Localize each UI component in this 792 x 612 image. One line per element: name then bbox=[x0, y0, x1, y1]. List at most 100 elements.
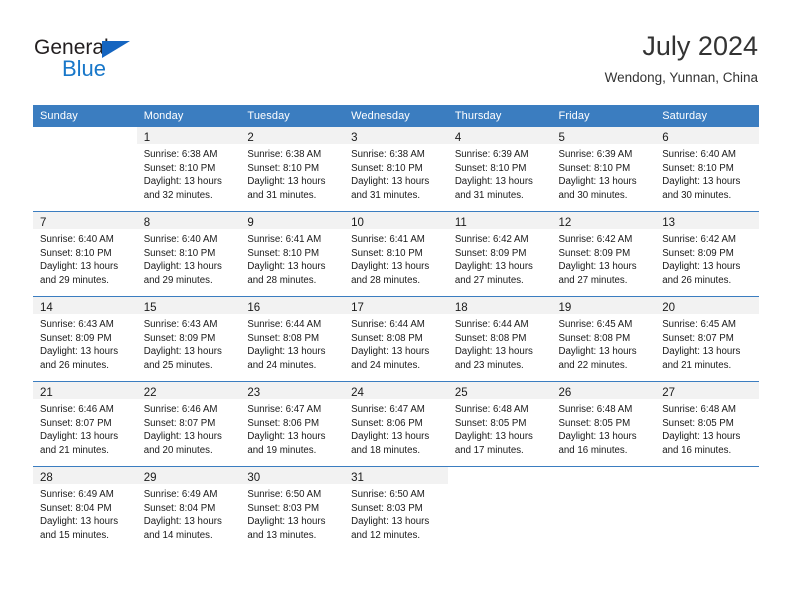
day-detail-line: Sunset: 8:09 PM bbox=[662, 247, 734, 259]
day-detail-line: Sunset: 8:05 PM bbox=[454, 417, 527, 429]
calendar-day-cell[interactable]: 24 Sunrise: 6:47 AM Sunset: 8:06 PM Dayligh… bbox=[344, 381, 448, 467]
calendar-day-cell[interactable]: 20 Sunrise: 6:45 AM Sunset: 8:07 PM Dayligh… bbox=[655, 296, 759, 382]
calendar-day-cell[interactable]: 26 Sunrise: 6:48 AM Sunset: 8:05 PM Dayligh… bbox=[551, 381, 656, 467]
day-detail-line: and 23 minutes. bbox=[454, 359, 524, 371]
weekday-header-sunday: Sunday bbox=[33, 105, 137, 127]
day-detail-line: and 24 minutes. bbox=[351, 359, 421, 371]
day-cell-details: Sunrise: 6:50 AM Sunset: 8:03 PM Daylight:… bbox=[344, 484, 448, 542]
day-detail-line: and 28 minutes. bbox=[351, 274, 421, 286]
day-detail-line: and 25 minutes. bbox=[143, 359, 213, 371]
day-cell-details: Sunrise: 6:46 AM Sunset: 8:07 PM Daylight:… bbox=[33, 399, 137, 457]
day-number: 18 bbox=[454, 302, 468, 314]
calendar-day-cell[interactable]: 8 Sunrise: 6:40 AM Sunset: 8:10 PM Daylight… bbox=[136, 211, 241, 297]
day-detail-line: Sunrise: 6:40 AM bbox=[143, 234, 218, 245]
day-cell-details: Sunrise: 6:48 AM Sunset: 8:05 PM Daylight:… bbox=[655, 399, 759, 457]
day-cell-inner: 4 Sunrise: 6:39 AM Sunset: 8:10 PM Daylight… bbox=[447, 127, 552, 211]
day-detail-line: Sunrise: 6:41 AM bbox=[247, 234, 322, 245]
day-detail-line: and 16 minutes. bbox=[662, 444, 732, 456]
day-number: 2 bbox=[247, 132, 254, 144]
calendar-day-cell[interactable]: 18 Sunrise: 6:44 AM Sunset: 8:08 PM Dayligh… bbox=[447, 296, 552, 382]
calendar-day-cell[interactable]: 2 Sunrise: 6:38 AM Sunset: 8:10 PM Daylight… bbox=[240, 127, 345, 212]
day-detail-line: Sunrise: 6:43 AM bbox=[40, 319, 114, 330]
day-cell-details: Sunrise: 6:49 AM Sunset: 8:04 PM Daylight:… bbox=[137, 484, 241, 542]
day-cell-inner: 11 Sunrise: 6:42 AM Sunset: 8:09 PM Dayligh… bbox=[447, 212, 552, 296]
calendar-day-cell[interactable]: 31 Sunrise: 6:50 AM Sunset: 8:03 PM Dayligh… bbox=[344, 466, 448, 551]
day-number-band: 14 bbox=[33, 297, 137, 314]
day-number-band: 28 bbox=[33, 467, 137, 484]
calendar-day-cell[interactable]: 10 Sunrise: 6:41 AM Sunset: 8:10 PM Dayligh… bbox=[344, 211, 448, 297]
day-cell-inner: 31 Sunrise: 6:50 AM Sunset: 8:03 PM Dayligh… bbox=[344, 467, 448, 551]
day-detail-line: Daylight: 13 hours bbox=[247, 431, 326, 443]
day-number-band: 10 bbox=[344, 212, 448, 229]
calendar-day-cell[interactable]: 6 Sunrise: 6:40 AM Sunset: 8:10 PM Daylight… bbox=[655, 127, 759, 212]
day-cell-details: Sunrise: 6:44 AM Sunset: 8:08 PM Daylight:… bbox=[344, 314, 448, 372]
day-detail-line: Sunset: 8:08 PM bbox=[558, 332, 631, 344]
calendar-day-cell[interactable]: 13 Sunrise: 6:42 AM Sunset: 8:09 PM Dayligh… bbox=[655, 211, 759, 297]
day-detail-line: Sunrise: 6:44 AM bbox=[454, 319, 529, 330]
day-detail-line: Daylight: 13 hours bbox=[143, 261, 222, 273]
calendar-day-cell[interactable]: 15 Sunrise: 6:43 AM Sunset: 8:09 PM Dayligh… bbox=[136, 296, 241, 382]
day-number-band: 6 bbox=[655, 127, 759, 144]
calendar-day-cell[interactable]: 27 Sunrise: 6:48 AM Sunset: 8:05 PM Dayligh… bbox=[655, 381, 759, 467]
day-detail-line: Daylight: 13 hours bbox=[558, 261, 637, 273]
calendar-day-cell[interactable]: 21 Sunrise: 6:46 AM Sunset: 8:07 PM Dayligh… bbox=[33, 381, 137, 467]
day-detail-line: Daylight: 13 hours bbox=[143, 431, 222, 443]
day-detail-line: Sunset: 8:10 PM bbox=[454, 162, 527, 174]
day-detail-line: Daylight: 13 hours bbox=[454, 261, 533, 273]
calendar-day-cell[interactable]: 14 Sunrise: 6:43 AM Sunset: 8:09 PM Dayligh… bbox=[33, 296, 137, 382]
calendar-day-cell[interactable]: 25 Sunrise: 6:48 AM Sunset: 8:05 PM Dayligh… bbox=[447, 381, 552, 467]
day-number-band: 27 bbox=[655, 382, 759, 399]
day-cell-inner: 18 Sunrise: 6:44 AM Sunset: 8:08 PM Dayligh… bbox=[447, 297, 552, 381]
day-detail-line: and 26 minutes. bbox=[40, 359, 109, 371]
day-detail-line: Daylight: 13 hours bbox=[662, 431, 741, 443]
logo-triangle-icon bbox=[102, 41, 130, 58]
day-cell-details: Sunrise: 6:38 AM Sunset: 8:10 PM Daylight:… bbox=[137, 144, 241, 202]
day-detail-line: Sunrise: 6:44 AM bbox=[351, 319, 425, 330]
day-detail-line: Sunset: 8:10 PM bbox=[143, 247, 216, 259]
calendar-page: General Blue July 2024 Wendong, Yunnan, … bbox=[0, 0, 792, 612]
calendar-day-cell[interactable]: 7 Sunrise: 6:40 AM Sunset: 8:10 PM Daylight… bbox=[33, 211, 137, 297]
day-number: 29 bbox=[143, 472, 157, 484]
calendar-day-cell[interactable]: 30 Sunrise: 6:50 AM Sunset: 8:03 PM Dayligh… bbox=[240, 466, 345, 551]
weekday-header-monday: Monday bbox=[136, 105, 241, 127]
day-detail-line: Daylight: 13 hours bbox=[662, 346, 741, 358]
calendar-day-cell[interactable]: 3 Sunrise: 6:38 AM Sunset: 8:10 PM Daylight… bbox=[344, 127, 448, 212]
calendar-day-cell[interactable]: 17 Sunrise: 6:44 AM Sunset: 8:08 PM Dayligh… bbox=[344, 296, 448, 382]
day-cell-inner: 9 Sunrise: 6:41 AM Sunset: 8:10 PM Daylight… bbox=[240, 212, 345, 296]
calendar-day-cell[interactable]: 19 Sunrise: 6:45 AM Sunset: 8:08 PM Dayligh… bbox=[551, 296, 656, 382]
page-title: July 2024 bbox=[642, 31, 758, 61]
calendar-day-cell[interactable]: 12 Sunrise: 6:42 AM Sunset: 8:09 PM Dayligh… bbox=[551, 211, 656, 297]
day-number: 3 bbox=[351, 132, 358, 144]
day-detail-line: and 31 minutes. bbox=[351, 189, 421, 201]
calendar-day-cell[interactable]: 9 Sunrise: 6:41 AM Sunset: 8:10 PM Daylight… bbox=[240, 211, 345, 297]
calendar-day-cell[interactable]: 1 Sunrise: 6:38 AM Sunset: 8:10 PM Daylight… bbox=[136, 127, 241, 212]
day-detail-line: Sunset: 8:10 PM bbox=[558, 162, 631, 174]
day-number: 15 bbox=[143, 302, 157, 314]
calendar-day-cell[interactable]: 11 Sunrise: 6:42 AM Sunset: 8:09 PM Dayligh… bbox=[447, 211, 552, 297]
day-detail-line: Sunset: 8:10 PM bbox=[662, 162, 734, 174]
day-number-band: 22 bbox=[136, 382, 241, 399]
calendar-day-cell[interactable]: 5 Sunrise: 6:39 AM Sunset: 8:10 PM Daylight… bbox=[551, 127, 656, 212]
day-cell-details: Sunrise: 6:47 AM Sunset: 8:06 PM Daylight:… bbox=[344, 399, 448, 457]
general-blue-logo[interactable]: General Blue bbox=[34, 36, 214, 86]
day-detail-line: Sunrise: 6:39 AM bbox=[558, 149, 633, 160]
day-cell-inner: 29 Sunrise: 6:49 AM Sunset: 8:04 PM Dayligh… bbox=[136, 467, 241, 551]
day-detail-line: Sunrise: 6:50 AM bbox=[247, 489, 322, 500]
day-detail-line: Sunset: 8:09 PM bbox=[454, 247, 527, 259]
day-detail-line: and 21 minutes. bbox=[662, 359, 732, 371]
calendar-day-cell[interactable]: 29 Sunrise: 6:49 AM Sunset: 8:04 PM Dayligh… bbox=[136, 466, 241, 551]
day-number: 1 bbox=[143, 132, 151, 144]
day-number: 26 bbox=[558, 387, 572, 399]
calendar-day-cell[interactable]: 4 Sunrise: 6:39 AM Sunset: 8:10 PM Daylight… bbox=[447, 127, 552, 212]
day-cell-inner bbox=[447, 467, 552, 551]
day-detail-line: Sunset: 8:04 PM bbox=[40, 502, 112, 514]
day-number-band: 20 bbox=[655, 297, 759, 314]
day-detail-line: Sunset: 8:09 PM bbox=[143, 332, 216, 344]
day-number: 21 bbox=[40, 387, 53, 399]
day-detail-line: Daylight: 13 hours bbox=[351, 261, 430, 273]
day-number: 5 bbox=[558, 132, 565, 144]
calendar-day-cell[interactable]: 22 Sunrise: 6:46 AM Sunset: 8:07 PM Dayligh… bbox=[136, 381, 241, 467]
calendar-day-cell[interactable]: 16 Sunrise: 6:44 AM Sunset: 8:08 PM Dayligh… bbox=[240, 296, 345, 382]
calendar-day-cell[interactable]: 23 Sunrise: 6:47 AM Sunset: 8:06 PM Dayligh… bbox=[240, 381, 345, 467]
calendar-day-cell[interactable]: 28 Sunrise: 6:49 AM Sunset: 8:04 PM Dayligh… bbox=[33, 466, 137, 551]
